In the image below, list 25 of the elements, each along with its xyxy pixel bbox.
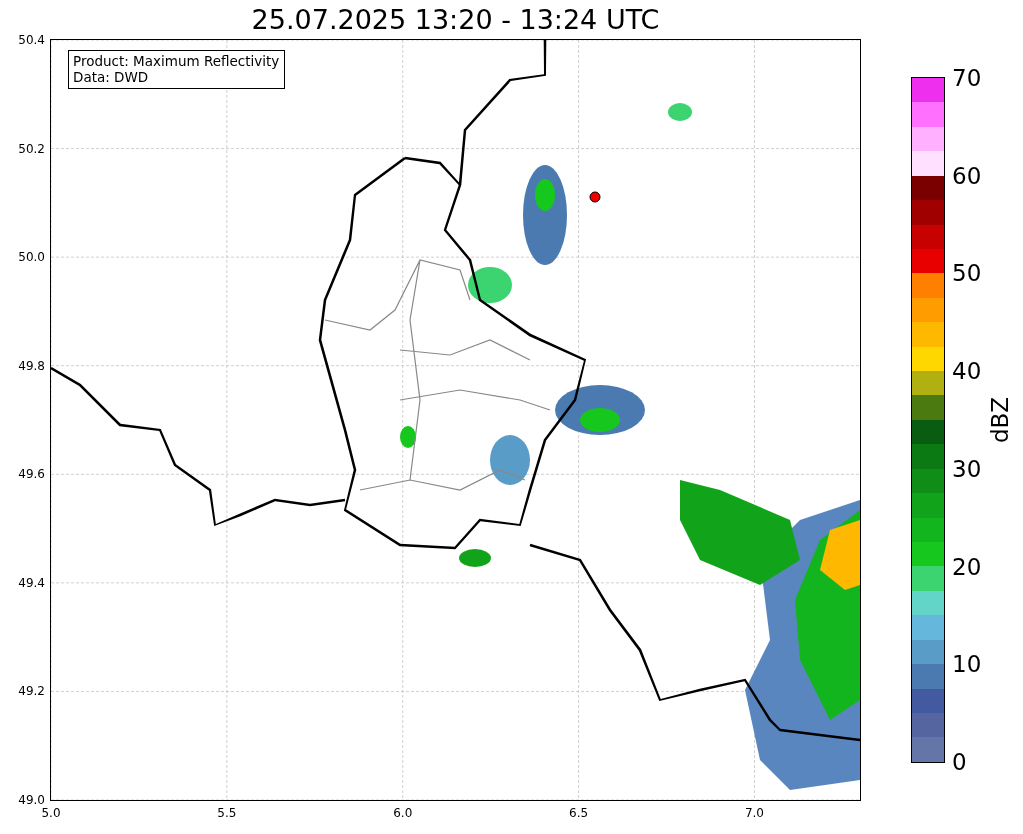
scale-tick-label: 60 (952, 162, 982, 189)
axis-tick-label: 49.8 (18, 358, 45, 373)
scale-tick-label: 10 (952, 651, 982, 678)
scale-tick-label: 20 (952, 553, 982, 580)
axis-tick-label: 5.0 (41, 806, 61, 820)
axis-tick-label: 5.5 (217, 806, 237, 820)
axis-tick-label: 6.0 (393, 806, 413, 820)
legend-text: Product: Maximum Reflectivity (73, 53, 280, 69)
axis-tick-label: 7.0 (744, 806, 764, 820)
chart-title: 25.07.2025 13:20 - 13:24 UTC (250, 3, 661, 37)
axis-tick-label: 49.4 (18, 575, 45, 590)
color-scale-label: dBZ (987, 396, 1014, 444)
axis-tick-label: 49.0 (18, 793, 45, 807)
scale-tick-label: 70 (952, 65, 982, 91)
axis-tick-label: 50.4 (18, 33, 45, 47)
axis-tick-label: 50.0 (18, 250, 45, 265)
scale-tick-label: 30 (952, 455, 982, 482)
axis-tick-label: 50.2 (18, 141, 45, 156)
scale-tick-label: 40 (952, 358, 982, 385)
scale-tick-label: 0 (952, 749, 967, 775)
axis-tick-label: 49.2 (18, 684, 45, 699)
legend-text: Data: DWD (73, 69, 150, 85)
axis-tick-label: 49.6 (18, 467, 45, 482)
axis-tick-label: 6.5 (569, 806, 589, 820)
scale-tick-label: 50 (952, 260, 982, 287)
